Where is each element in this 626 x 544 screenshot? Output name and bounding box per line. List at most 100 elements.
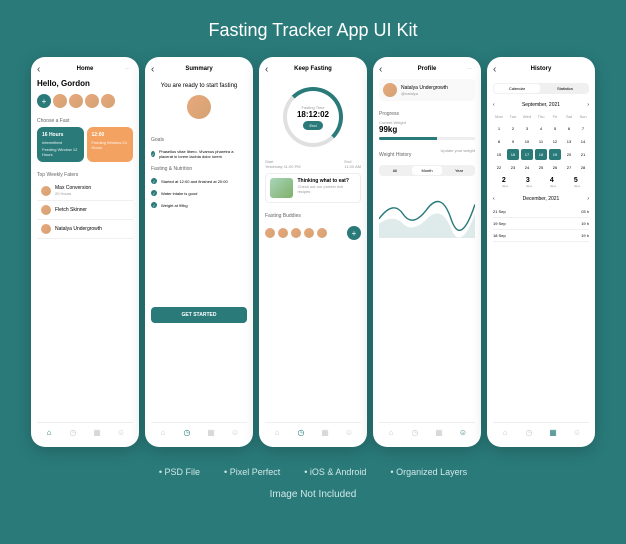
back-icon[interactable] [493, 65, 501, 73]
avatar[interactable] [101, 94, 115, 108]
check-icon: ✓ [151, 151, 155, 157]
prev-month[interactable]: ‹ [493, 102, 495, 108]
avatar [41, 224, 51, 234]
clock-icon[interactable]: ◷ [68, 427, 78, 437]
cal-day[interactable]: 22 [493, 162, 505, 173]
cal-day[interactable]: 13 [563, 136, 575, 147]
summary-hero-text: You are ready to start fasting [151, 83, 247, 89]
back-icon[interactable] [151, 65, 159, 73]
menu-icon[interactable]: ⋯ [467, 66, 475, 72]
cal-day[interactable]: 14 [577, 136, 589, 147]
nutrition-label: Fasting & Nutrition [151, 166, 247, 172]
profile-icon[interactable]: ☺ [344, 427, 354, 437]
home-icon[interactable]: ⌂ [500, 427, 510, 437]
tab-bar: ⌂ ◷ ▦ ☺ [379, 422, 475, 441]
faster-row[interactable]: Natalya Undergrowth [37, 220, 133, 239]
article-card[interactable]: Thinking what to eat?Check out our prote… [265, 173, 361, 203]
home-icon[interactable]: ⌂ [386, 427, 396, 437]
cal-day[interactable]: 27 [563, 162, 575, 173]
feature-item: iOS & Android [304, 467, 366, 477]
home-icon[interactable]: ⌂ [272, 427, 282, 437]
cal-day[interactable]: 11 [535, 136, 547, 147]
add-avatar-button[interactable]: + [37, 94, 51, 108]
cal-day[interactable]: 28 [577, 162, 589, 173]
cal-day[interactable]: 1 [493, 123, 505, 134]
cal-day[interactable]: 6 [563, 123, 575, 134]
calendar-icon[interactable]: ▦ [434, 427, 444, 437]
avatar[interactable] [69, 94, 83, 108]
fasting-title: Keep Fasting [273, 66, 353, 72]
cal-day[interactable]: 4 [535, 123, 547, 134]
profile-icon[interactable]: ☺ [458, 427, 468, 437]
profile-icon[interactable]: ☺ [572, 427, 582, 437]
faster-row[interactable]: Fletch Skinner [37, 201, 133, 220]
buddy-avatar[interactable] [304, 228, 314, 238]
buddy-avatar[interactable] [265, 228, 275, 238]
back-icon[interactable] [265, 65, 273, 73]
screen-history: History CalendarStatistics ‹September, 2… [487, 57, 595, 447]
profile-icon[interactable]: ☺ [230, 427, 240, 437]
cal-day[interactable]: 8 [493, 136, 505, 147]
buddy-avatar[interactable] [278, 228, 288, 238]
cal-day[interactable]: 12 [549, 136, 561, 147]
cal-day[interactable]: 16 [507, 149, 519, 160]
tab-calendar[interactable]: Calendar [494, 84, 540, 93]
cal-day[interactable]: 5 [549, 123, 561, 134]
faster-row[interactable]: Max Conversion20 Hours [37, 181, 133, 201]
buddy-avatar[interactable] [317, 228, 327, 238]
fast-card-16h[interactable]: 16 Hours Intermittent Feeding Window 12 … [37, 127, 84, 162]
tab-year[interactable]: Year [444, 166, 474, 175]
user-avatar [187, 95, 211, 119]
tab-bar: ⌂ ◷ ▦ ☺ [151, 422, 247, 441]
cal-day[interactable]: 26 [549, 162, 561, 173]
back-icon[interactable] [379, 65, 387, 73]
fast-card-12[interactable]: 12:00 Feeding Window 24 Hours [87, 127, 134, 162]
cal-day[interactable]: 24 [521, 162, 533, 173]
home-title: Home [45, 66, 125, 72]
avatar[interactable] [85, 94, 99, 108]
menu-icon[interactable]: ⋯ [125, 66, 133, 72]
top-fasters-label: Top Weekly Faters [37, 172, 133, 178]
history-title: History [501, 66, 581, 72]
cal-day[interactable]: 23 [507, 162, 519, 173]
cal-day[interactable]: 3 [521, 123, 533, 134]
cal-day[interactable]: 10 [521, 136, 533, 147]
cal-day[interactable]: 18 [535, 149, 547, 160]
calendar-icon[interactable]: ▦ [206, 427, 216, 437]
end-fast-button[interactable]: End [303, 121, 322, 130]
profile-icon[interactable]: ☺ [116, 427, 126, 437]
cal-day[interactable]: 20 [563, 149, 575, 160]
cal-day[interactable]: 17 [521, 149, 533, 160]
calendar-icon[interactable]: ▦ [548, 427, 558, 437]
back-icon[interactable] [37, 65, 45, 73]
add-buddy-button[interactable]: + [347, 226, 361, 240]
clock-icon[interactable]: ◷ [296, 427, 306, 437]
buddy-avatar[interactable] [291, 228, 301, 238]
month-nav: ‹September, 2021› [493, 102, 589, 108]
tab-statistics[interactable]: Statistics [542, 84, 588, 93]
calendar-icon[interactable]: ▦ [92, 427, 102, 437]
tab-all[interactable]: All [380, 166, 410, 175]
prev-month[interactable]: ‹ [493, 196, 495, 202]
clock-icon[interactable]: ◷ [410, 427, 420, 437]
calendar-icon[interactable]: ▦ [320, 427, 330, 437]
clock-icon[interactable]: ◷ [524, 427, 534, 437]
profile-title: Profile [387, 66, 467, 72]
cal-day[interactable]: 15 [493, 149, 505, 160]
get-started-button[interactable]: GET STARTED [151, 307, 247, 323]
next-month[interactable]: › [587, 102, 589, 108]
cal-day[interactable]: 25 [535, 162, 547, 173]
cal-day[interactable]: 7 [577, 123, 589, 134]
next-month[interactable]: › [587, 196, 589, 202]
cal-day[interactable]: 21 [577, 149, 589, 160]
cal-day[interactable]: 9 [507, 136, 519, 147]
avatar[interactable] [53, 94, 67, 108]
home-icon[interactable]: ⌂ [158, 427, 168, 437]
clock-icon[interactable]: ◷ [182, 427, 192, 437]
disclaimer-text: Image Not Included [270, 489, 357, 500]
tab-month[interactable]: Month [412, 166, 442, 175]
cal-day[interactable]: 19 [549, 149, 561, 160]
home-icon[interactable]: ⌂ [44, 427, 54, 437]
history-row: 21 Sep03 h [493, 206, 589, 218]
cal-day[interactable]: 2 [507, 123, 519, 134]
